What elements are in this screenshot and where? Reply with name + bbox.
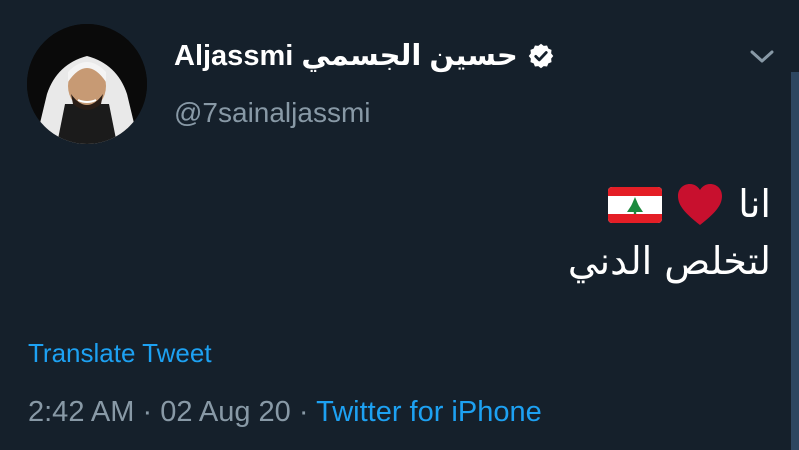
tweet-date[interactable]: 02 Aug 20 <box>160 396 291 428</box>
scrollbar[interactable] <box>791 72 799 450</box>
tweet-meta: 2:42 AM · 02 Aug 20 · Twitter for iPhone <box>28 396 542 429</box>
lebanon-flag-icon <box>608 186 663 223</box>
tweet-text: انا لتخلص الدني <box>568 176 771 290</box>
avatar[interactable] <box>27 24 147 144</box>
tweet-line-1: انا <box>568 176 771 233</box>
meta-separator: · <box>134 396 161 428</box>
display-name[interactable]: Aljassmi حسين الجسمي <box>174 38 518 73</box>
tweet-line-2: لتخلص الدني <box>568 233 771 290</box>
translate-tweet-link[interactable]: Translate Tweet <box>28 338 212 369</box>
heart-icon <box>676 183 724 227</box>
user-handle[interactable]: @7sainaljassmi <box>174 97 371 129</box>
tweet-text-line-2: لتخلص الدني <box>567 239 771 283</box>
tweet-time[interactable]: 2:42 AM <box>28 396 134 428</box>
meta-separator: · <box>290 396 317 428</box>
verified-badge-icon <box>527 42 555 70</box>
tweet-source-link[interactable]: Twitter for iPhone <box>316 396 542 428</box>
tweet-text-line-1: انا <box>738 182 771 226</box>
display-name-row[interactable]: Aljassmi حسين الجسمي <box>174 38 555 73</box>
chevron-down-icon[interactable] <box>748 46 776 68</box>
